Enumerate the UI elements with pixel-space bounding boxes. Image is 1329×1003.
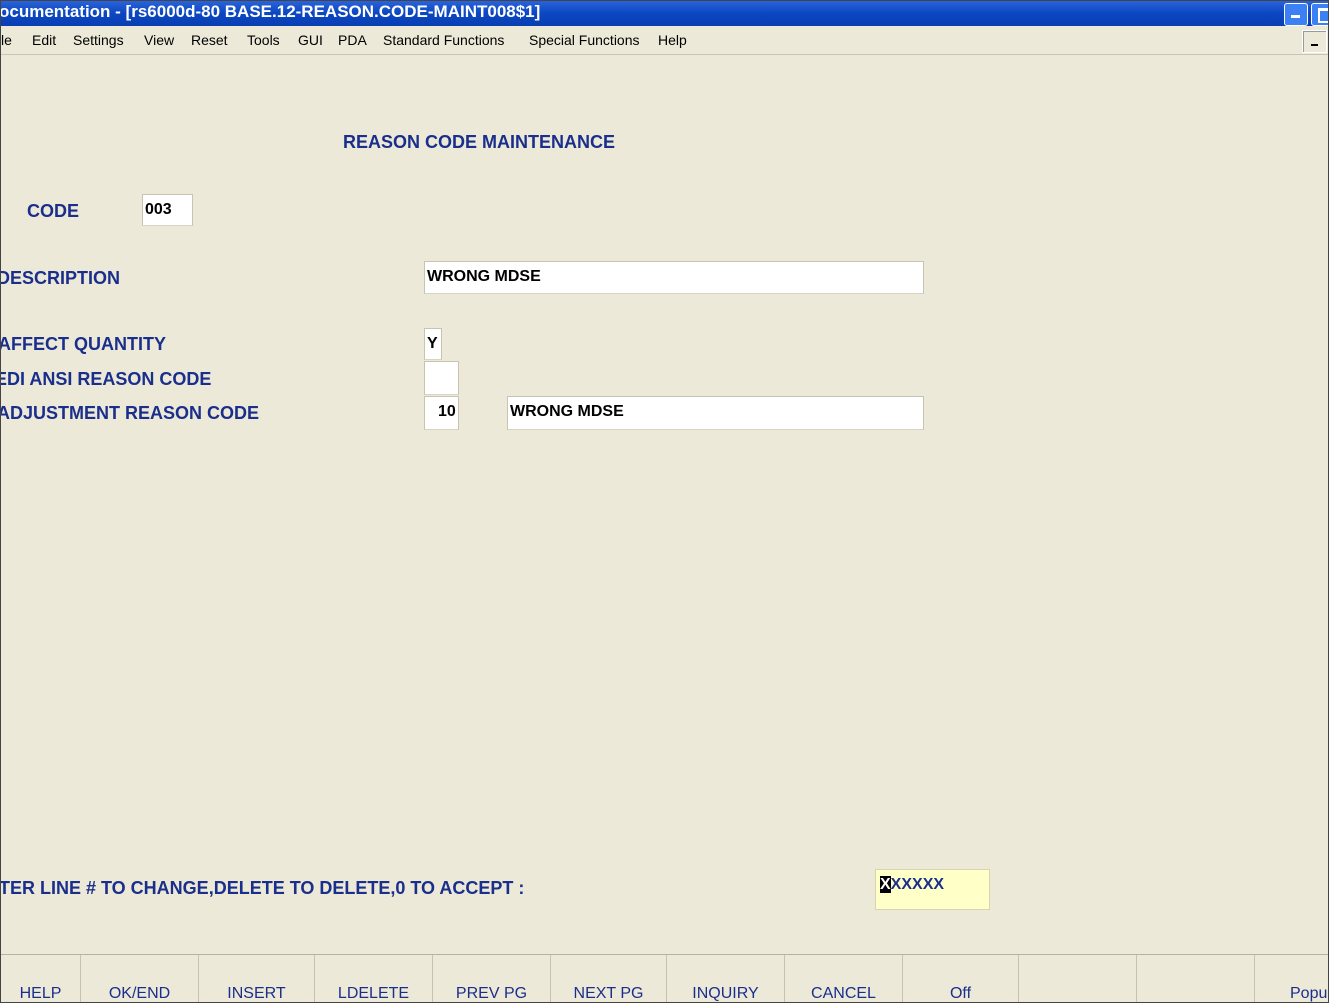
fkey-label: Off: [949, 985, 972, 1002]
menu-gui[interactable]: GUI: [298, 32, 323, 48]
menu-bar: le Edit Settings View Reset Tools GUI PD…: [1, 26, 1328, 55]
description-field[interactable]: WRONG MDSE: [424, 261, 924, 294]
code-field[interactable]: 003: [142, 194, 193, 226]
affect-quantity-field[interactable]: Y: [424, 328, 442, 360]
menu-settings[interactable]: Settings: [73, 32, 124, 48]
fkey-label: INQUIRY: [692, 985, 759, 1002]
edi-ansi-reason-code-field[interactable]: [424, 361, 459, 395]
menu-pda[interactable]: PDA: [338, 32, 367, 48]
fkey-popup[interactable]: Popup: [1255, 955, 1328, 1002]
maximize-button[interactable]: [1311, 3, 1328, 26]
menu-file[interactable]: le: [1, 32, 12, 48]
maximize-icon: [1318, 8, 1328, 23]
minimize-button[interactable]: [1284, 3, 1308, 26]
fkey-ldelete[interactable]: LDELETE: [315, 955, 433, 1002]
title-bar: ocumentation - [rs6000d-80 BASE.12-REASO…: [0, 1, 1328, 26]
fkey-help[interactable]: HELP: [1, 955, 81, 1002]
menu-edit[interactable]: Edit: [32, 32, 56, 48]
fkey-label: OK/END: [108, 985, 171, 1002]
page-title: REASON CODE MAINTENANCE: [343, 132, 616, 152]
fkey-blank-2[interactable]: [1137, 955, 1255, 1002]
minimize-icon: [1291, 15, 1300, 18]
mdi-minimize-button[interactable]: [1302, 30, 1327, 53]
description-label: DESCRIPTION: [0, 268, 121, 288]
fkey-prev-pg[interactable]: PREV PG: [433, 955, 551, 1002]
menu-special-functions[interactable]: Special Functions: [529, 32, 640, 48]
app-window: ocumentation - [rs6000d-80 BASE.12-REASO…: [0, 0, 1329, 1003]
edi-ansi-reason-code-label: EDI ANSI REASON CODE: [0, 369, 212, 389]
fkey-label: CANCEL: [811, 985, 876, 1002]
fkey-ok-end[interactable]: OK/END: [81, 955, 199, 1002]
fkey-label: PREV PG: [455, 985, 528, 1002]
fkey-blank-1[interactable]: [1019, 955, 1137, 1002]
fkey-label: LDELETE: [337, 985, 410, 1002]
function-key-bar: HELP OK/END INSERT LDELETE PREV PG NEXT …: [1, 954, 1328, 1002]
menu-help[interactable]: Help: [658, 32, 687, 48]
fkey-label: HELP: [19, 985, 62, 1002]
menu-view[interactable]: View: [144, 32, 174, 48]
menu-standard-functions[interactable]: Standard Functions: [383, 32, 504, 48]
menu-reset[interactable]: Reset: [191, 32, 228, 48]
fkey-off[interactable]: Off: [903, 955, 1019, 1002]
adjustment-reason-code-field[interactable]: 10: [424, 396, 459, 430]
fkey-label: NEXT PG: [573, 985, 644, 1002]
adjustment-reason-description-field[interactable]: WRONG MDSE: [507, 396, 924, 430]
prompt-input-value: XXXXX: [890, 876, 945, 893]
prompt-input[interactable]: XXXXXX: [875, 869, 990, 910]
minimize-icon: [1311, 44, 1318, 46]
window-title: ocumentation - [rs6000d-80 BASE.12-REASO…: [0, 2, 541, 21]
affect-quantity-label: AFFECT QUANTITY: [0, 334, 166, 354]
prompt-label: TER LINE # TO CHANGE,DELETE TO DELETE,0 …: [0, 878, 525, 898]
fkey-inquiry[interactable]: INQUIRY: [667, 955, 785, 1002]
fkey-insert[interactable]: INSERT: [199, 955, 315, 1002]
fkey-cancel[interactable]: CANCEL: [785, 955, 903, 1002]
text-cursor: X: [880, 876, 891, 893]
code-label: CODE: [27, 201, 80, 221]
fkey-label: INSERT: [227, 985, 286, 1002]
fkey-label: Popup: [1290, 985, 1328, 1002]
adjustment-reason-code-label: ADJUSTMENT REASON CODE: [0, 403, 260, 423]
menu-tools[interactable]: Tools: [247, 32, 280, 48]
fkey-next-pg[interactable]: NEXT PG: [551, 955, 667, 1002]
